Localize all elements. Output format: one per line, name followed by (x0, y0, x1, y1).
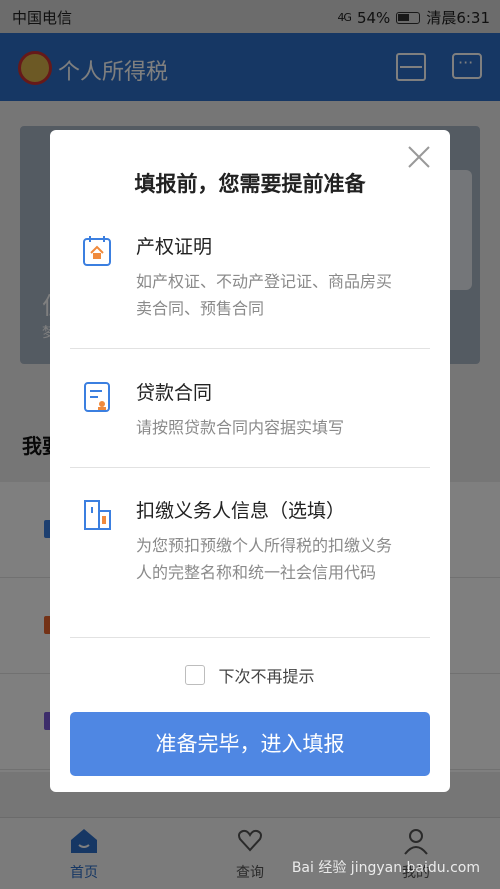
requirement-item-property: 产权证明 如产权证、不动产登记证、商品房买卖合同、预售合同 (72, 232, 428, 342)
divider (70, 467, 430, 468)
requirement-desc: 为您预扣预缴个人所得税的扣缴义务人的完整名称和统一社会信用代码 (136, 536, 393, 582)
loan-contract-icon (84, 382, 110, 412)
property-certificate-icon (83, 236, 111, 266)
requirement-name: 扣缴义务人信息（选填） (136, 500, 346, 522)
requirement-desc: 请按照贷款合同内容据实填写 (136, 418, 345, 437)
building-icon (84, 500, 111, 530)
no-remind-option[interactable]: 下次不再提示 (50, 663, 450, 687)
no-remind-checkbox[interactable] (185, 665, 206, 685)
close-icon (408, 146, 430, 168)
requirement-item-loan: 贷款合同 请按照贷款合同内容据实填写 (72, 378, 428, 458)
requirement-desc: 如产权证、不动产登记证、商品房买卖合同、预售合同 (136, 272, 393, 318)
watermark: Bai 经验 jingyan.baidu.com (291, 860, 480, 876)
prepare-dialog: 填报前，您需要提前准备 产权证明 如产权证、不动产登记证、商品房买卖合同、预售合… (50, 130, 450, 792)
requirement-name: 产权证明 (136, 236, 213, 258)
requirement-item-withholding-agent: 扣缴义务人信息（选填） 为您预扣预缴个人所得税的扣缴义务人的完整名称和统一社会信… (72, 496, 428, 616)
no-remind-label: 下次不再提示 (218, 667, 315, 686)
requirement-name: 贷款合同 (136, 382, 213, 404)
divider (70, 348, 430, 349)
confirm-button[interactable]: 准备完毕，进入填报 (70, 712, 430, 776)
divider (70, 637, 430, 638)
close-button[interactable] (406, 144, 432, 170)
dialog-title: 填报前，您需要提前准备 (134, 172, 366, 196)
